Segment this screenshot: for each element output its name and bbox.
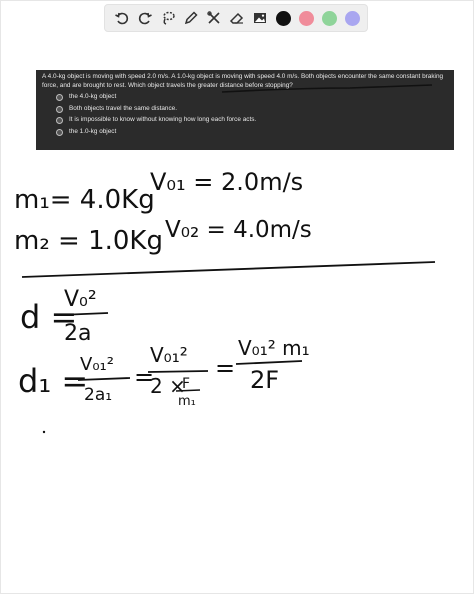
- divider-stroke: [21, 261, 436, 278]
- equals-sign: =: [215, 354, 235, 382]
- fraction-bar: [235, 360, 303, 365]
- d1-formula-lhs: d₁ =: [18, 362, 88, 400]
- d1-inner-mass: m₁: [178, 394, 196, 409]
- d1-inner-force: F: [182, 376, 190, 392]
- distance-formula-numerator: V₀²: [64, 287, 97, 312]
- fraction-bar: [175, 389, 201, 392]
- distance-formula-denominator: 2a: [64, 321, 91, 346]
- velocity-2-note: V₀₂ = 4.0m/s: [165, 217, 312, 243]
- fraction-bar: [147, 370, 209, 373]
- underline-stroke: [221, 84, 433, 93]
- velocity-1-note: V₀₁ = 2.0m/s: [150, 168, 303, 196]
- mass-2-note: m₂ = 1.0Kg: [14, 226, 163, 256]
- d1-fraction-1-denominator: 2a₁: [84, 385, 112, 405]
- d1-fraction-3-numerator: V₀₁² m₁: [238, 336, 310, 360]
- ink-dot: [42, 430, 46, 434]
- mass-1-note: m₁= 4.0Kg: [14, 185, 155, 215]
- d1-fraction-2-numerator: V₀₁²: [150, 343, 188, 367]
- d1-fraction-1-numerator: V₀₁²: [80, 354, 114, 375]
- handwriting-layer: m₁= 4.0Kg V₀₁ = 2.0m/s m₂ = 1.0Kg V₀₂ = …: [14, 84, 436, 434]
- d1-fraction-3-denominator: 2F: [250, 366, 279, 394]
